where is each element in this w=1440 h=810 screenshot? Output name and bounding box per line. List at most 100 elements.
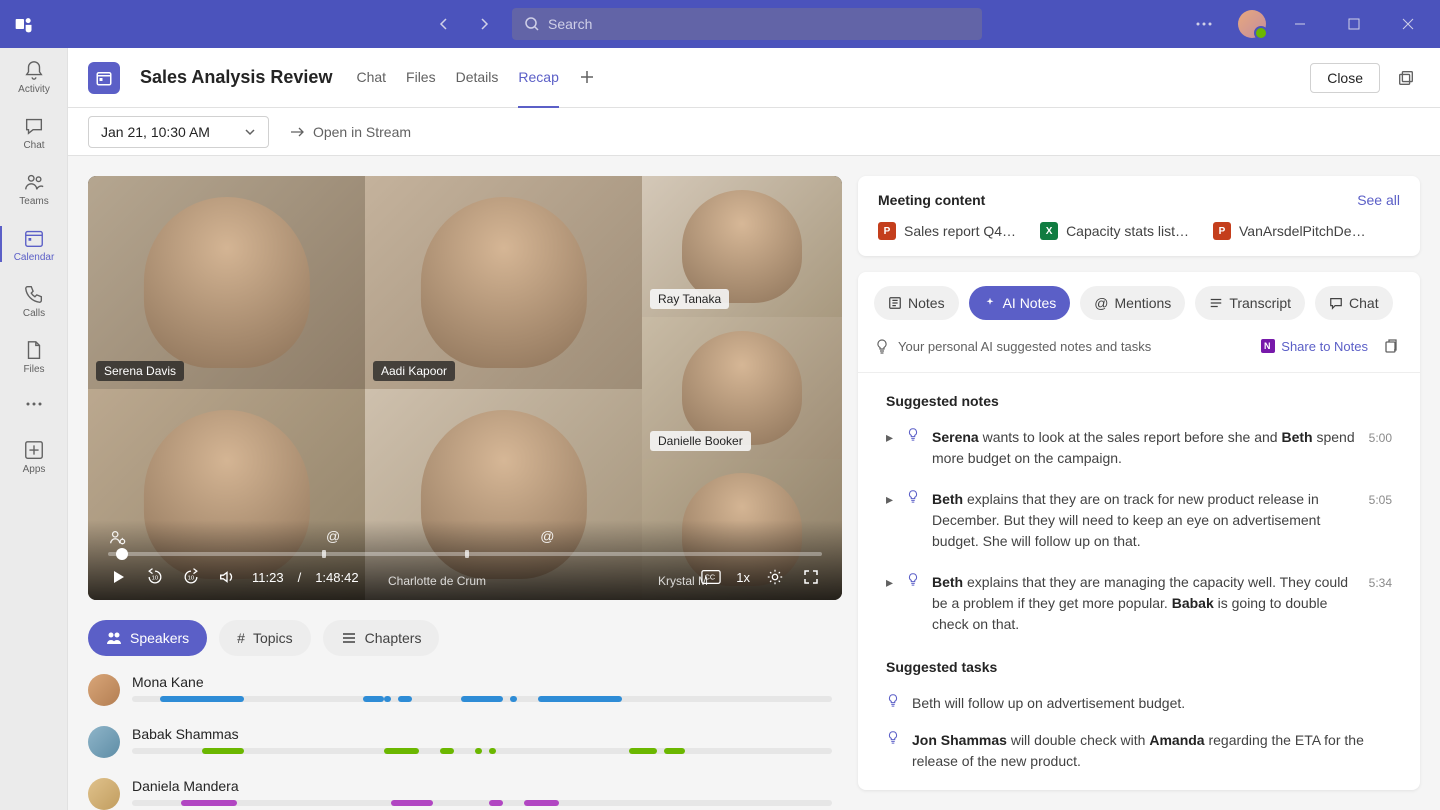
close-button[interactable]: Close [1310,63,1380,93]
fullscreen-button[interactable] [800,566,822,588]
file-name: Capacity stats list… [1066,223,1189,239]
speaker-track[interactable] [132,696,832,702]
play-button[interactable] [108,566,130,588]
file-item[interactable]: PSales report Q4… [878,222,1016,240]
rail-more[interactable] [0,384,68,424]
pill-chapters[interactable]: Chapters [323,620,440,656]
task-item[interactable]: Jon Shammas will double check with Amand… [886,724,1392,782]
settings-button[interactable] [764,566,786,588]
video-tile[interactable]: Serena Davis [88,176,365,389]
rail-chat[interactable]: Chat [0,104,68,160]
powerpoint-icon: P [1213,222,1231,240]
suggested-notes-title: Suggested notes [886,393,1392,409]
excel-icon: X [1040,222,1058,240]
see-all-link[interactable]: See all [1357,192,1400,208]
more-button[interactable] [1184,8,1224,40]
pill-ai-notes[interactable]: AI Notes [969,286,1071,320]
pill-transcript[interactable]: Transcript [1195,286,1305,320]
date-picker[interactable]: Jan 21, 10:30 AM [88,116,269,148]
video-tile[interactable]: Aadi Kapoor [365,176,642,389]
share-to-notes-link[interactable]: N Share to Notes [1261,339,1368,354]
search-box[interactable] [512,8,982,40]
tab-files[interactable]: Files [406,48,436,108]
volume-button[interactable] [216,566,238,588]
note-item[interactable]: ▸Beth explains that they are managing th… [886,566,1392,649]
rail-calls[interactable]: Calls [0,272,68,328]
rail-teams[interactable]: Teams [0,160,68,216]
search-input[interactable] [548,16,970,32]
user-avatar[interactable] [1238,10,1266,38]
nav-forward-button[interactable] [468,8,500,40]
sub-header: Jan 21, 10:30 AM Open in Stream [68,108,1440,156]
speaker-row[interactable]: Daniela Mandera [88,778,842,810]
pill-chat[interactable]: Chat [1315,286,1393,320]
maximize-button[interactable] [1334,8,1374,40]
page-header: Sales Analysis Review Chat Files Details… [68,48,1440,108]
speaker-avatar [88,778,120,810]
chevron-down-icon [244,126,256,138]
titlebar-right [1184,8,1428,40]
speaker-timeline: Mona Kane Babak Shammas Daniela Mandera [88,674,842,810]
task-item[interactable]: Beth will follow up on advertisement bud… [886,687,1392,724]
rewind-10-button[interactable]: 10 [144,566,166,588]
nav-back-button[interactable] [428,8,460,40]
speaker-track[interactable] [132,748,832,754]
faded-participant: Krystal M [658,574,708,588]
calendar-badge-icon [88,62,120,94]
video-controls-bar: @ @ 10 10 11:23 / 1 [88,520,842,600]
ai-scroll[interactable]: Suggested notes ▸Serena wants to look at… [858,373,1420,790]
speaker-row[interactable]: Babak Shammas [88,726,842,758]
task-text: Jon Shammas will double check with Amand… [912,730,1392,772]
speaker-avatar [88,726,120,758]
popout-button[interactable] [1392,64,1420,92]
chat-icon [1329,296,1343,310]
minimize-button[interactable] [1280,8,1320,40]
bell-icon [22,58,46,82]
tab-chat[interactable]: Chat [356,48,386,108]
open-stream-label: Open in Stream [313,124,411,140]
rail-label: Calendar [14,252,55,263]
tab-add[interactable] [579,48,595,108]
rail-apps[interactable]: Apps [0,428,68,484]
file-list: PSales report Q4… X Capacity stats list… PV… [878,222,1400,240]
date-label: Jan 21, 10:30 AM [101,124,210,140]
speaker-track[interactable] [132,800,832,806]
caret-right-icon: ▸ [886,572,896,635]
video-tile[interactable]: Danielle Booker [642,317,842,458]
lightbulb-icon [886,693,902,714]
pill-speakers[interactable]: Speakers [88,620,207,656]
note-text: Beth explains that they are on track for… [932,489,1359,552]
pill-topics[interactable]: # Topics [219,620,310,656]
tab-details[interactable]: Details [456,48,499,108]
pill-notes[interactable]: Notes [874,286,959,320]
file-item[interactable]: PVanArsdelPitchDe… [1213,222,1366,240]
close-window-button[interactable] [1388,8,1428,40]
titlebar [0,0,1440,48]
teams-logo [12,12,36,36]
video-tile[interactable]: Ray Tanaka [642,176,842,317]
speaker-row[interactable]: Mona Kane [88,674,842,706]
video-player[interactable]: Serena Davis Aadi Kapoor Ray Tanaka Dani… [88,176,842,600]
speed-button[interactable]: 1x [736,566,750,588]
sparkle-icon [983,296,997,310]
pill-mentions[interactable]: @Mentions [1080,286,1185,320]
tile-name: Ray Tanaka [650,289,729,309]
file-item[interactable]: X Capacity stats list… [1040,222,1189,240]
attendee-icon [108,528,126,546]
rail-activity[interactable]: Activity [0,48,68,104]
note-item[interactable]: ▸Serena wants to look at the sales repor… [886,421,1392,483]
note-timestamp: 5:34 [1369,574,1392,635]
note-item[interactable]: ▸Beth explains that they are on track fo… [886,483,1392,566]
tab-recap[interactable]: Recap [518,48,558,108]
speaker-name: Mona Kane [132,674,842,690]
faded-participant: Charlotte de Crum [388,574,486,588]
copy-button[interactable] [1376,332,1404,360]
list-icon [341,630,357,646]
rail-files[interactable]: Files [0,328,68,384]
rail-calendar[interactable]: Calendar [0,216,68,272]
apps-icon [22,438,46,462]
open-in-stream-link[interactable]: Open in Stream [289,124,411,140]
forward-10-button[interactable]: 10 [180,566,202,588]
transcript-icon [1209,296,1223,310]
video-scrubber[interactable] [108,552,822,556]
